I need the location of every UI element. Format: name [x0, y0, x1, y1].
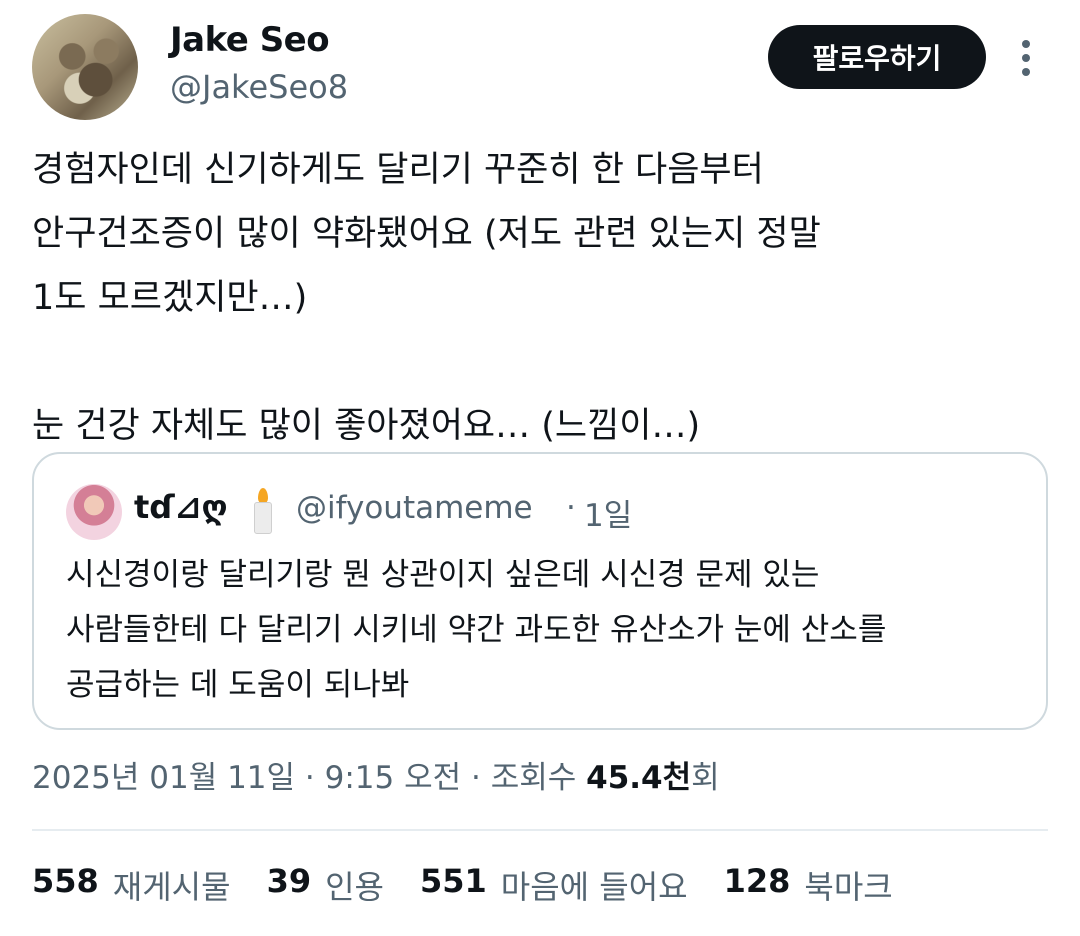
tweet-text: 경험자인데 신기하게도 달리기 꾸준히 한 다음부터 안구건조증이 많이 약화됐… [32, 150, 821, 446]
likes-stat[interactable]: 551 마음에 들어요 [420, 862, 688, 908]
tweet-date[interactable]: 2025년 01월 11일 [32, 760, 295, 796]
divider [32, 829, 1048, 831]
meta-separator: · [295, 760, 325, 796]
quoted-author-handle: @ifyoutameme [296, 490, 533, 526]
author-avatar[interactable] [32, 14, 138, 120]
author-handle[interactable]: @JakeSeo8 [170, 68, 348, 106]
quotes-stat[interactable]: 39 인용 [267, 862, 384, 908]
engagement-stats: 558 재게시물 39 인용 551 마음에 들어요 128 북마크 [32, 862, 929, 908]
reposts-count: 558 [32, 862, 99, 900]
tweet-time[interactable]: 9:15 오전 [325, 760, 462, 796]
author-name[interactable]: Jake Seo [170, 20, 330, 60]
more-options-icon[interactable] [1014, 36, 1038, 80]
follow-button[interactable]: 팔로우하기 [768, 25, 986, 89]
bookmarks-count: 128 [723, 862, 791, 900]
quoted-author-avatar [66, 484, 122, 540]
likes-label: 마음에 들어요 [500, 868, 688, 906]
bookmarks-stat[interactable]: 128 북마크 [724, 862, 893, 908]
views-label: 조회수 [490, 760, 587, 796]
quoted-tweet[interactable]: tɗ⊿ღ @ifyoutameme · 1일 시신경이랑 달리기랑 뭔 상관이지… [32, 452, 1048, 730]
quotes-label: 인용 [325, 868, 384, 906]
candle-icon [252, 488, 274, 534]
quoted-separator: · [566, 490, 576, 526]
reposts-label: 재게시물 [112, 868, 231, 906]
quoted-tweet-text: 시신경이랑 달리기랑 뭔 상관이지 싶은데 시신경 문제 있는 사람들한테 다 … [66, 557, 887, 703]
meta-separator: · [461, 760, 491, 796]
quoted-author-name: tɗ⊿ღ [134, 488, 228, 526]
views-count: 45.4천 [586, 760, 692, 796]
bookmarks-label: 북마크 [804, 868, 893, 906]
tweet-meta: 2025년 01월 11일 · 9:15 오전 · 조회수 45.4천회 [32, 752, 720, 797]
reposts-stat[interactable]: 558 재게시물 [32, 862, 231, 908]
quoted-timestamp: 1일 [584, 498, 633, 534]
quotes-count: 39 [266, 862, 312, 900]
likes-count: 551 [419, 862, 487, 900]
views-suffix: 회 [691, 760, 720, 796]
